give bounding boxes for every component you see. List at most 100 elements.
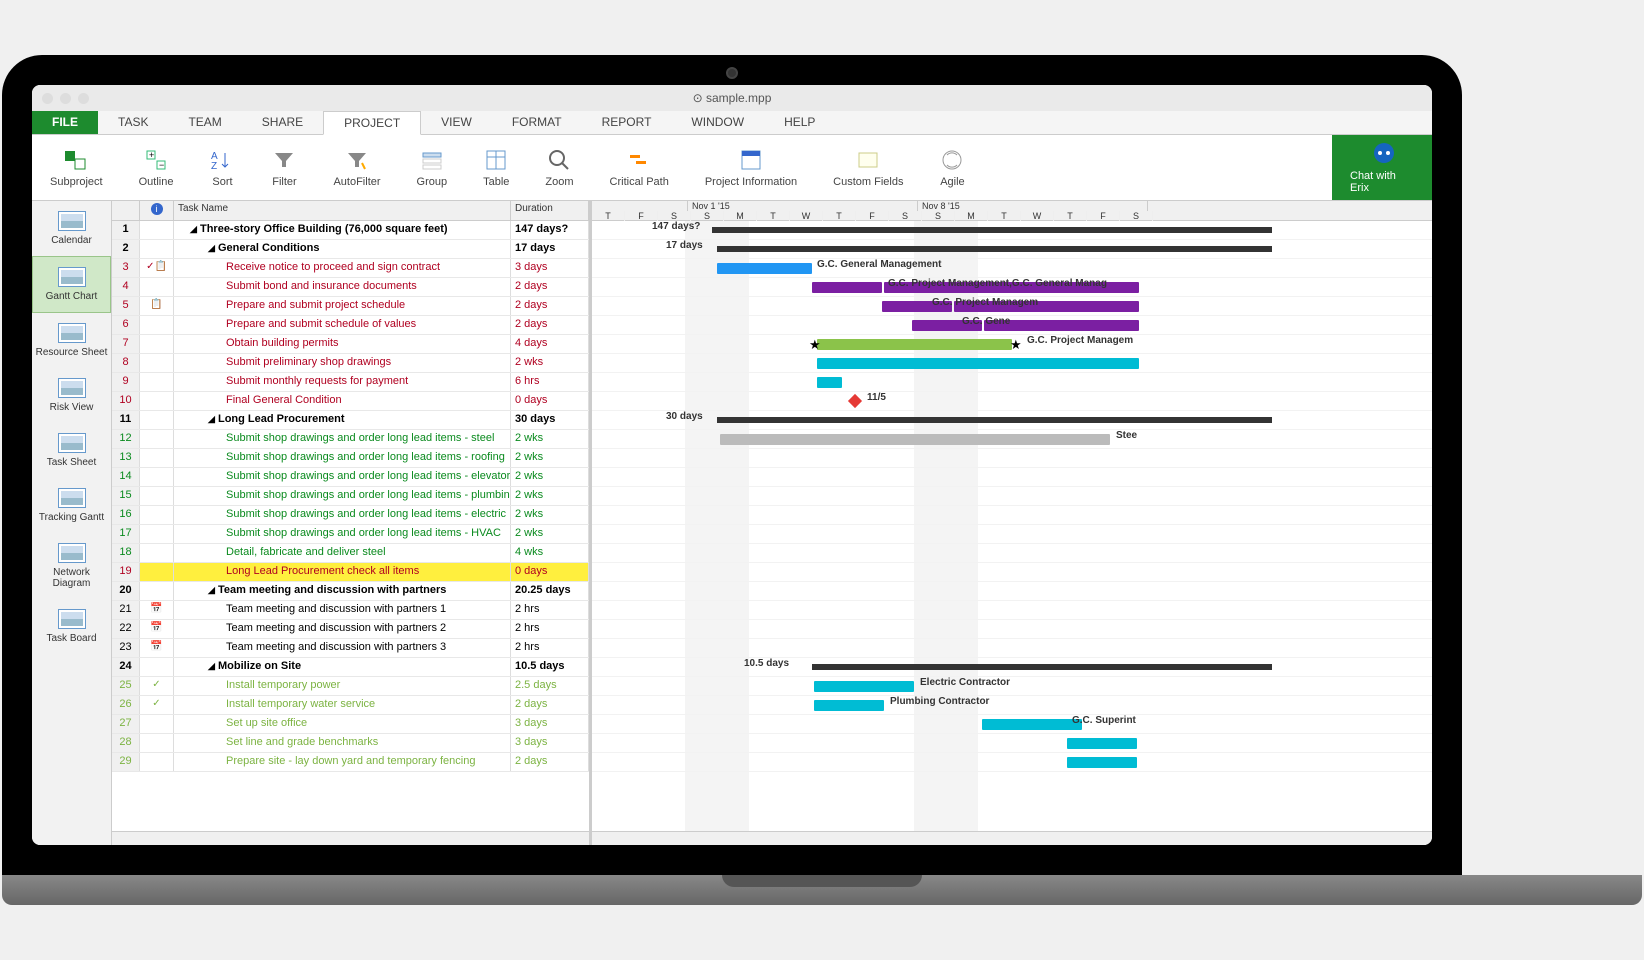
window-controls[interactable] [42,93,89,104]
task-bar[interactable] [720,434,1110,445]
task-row[interactable]: 8Submit preliminary shop drawings2 wks [112,354,589,373]
task-bar[interactable] [1067,738,1137,749]
gantt-row[interactable] [592,620,1432,639]
task-row[interactable]: 4Submit bond and insurance documents2 da… [112,278,589,297]
tab-window[interactable]: WINDOW [671,111,764,134]
task-row[interactable]: 15Submit shop drawings and order long le… [112,487,589,506]
sidebar-network-diagram[interactable]: Network Diagram [32,533,111,599]
gantt-row[interactable] [592,544,1432,563]
task-row[interactable]: 14Submit shop drawings and order long le… [112,468,589,487]
gantt-row[interactable] [592,449,1432,468]
sidebar-task-board[interactable]: Task Board [32,599,111,654]
gantt-row[interactable]: 10.5 days [592,658,1432,677]
gantt-row[interactable]: 147 days? [592,221,1432,240]
gantt-row[interactable] [592,468,1432,487]
task-row[interactable]: 2◢ General Conditions17 days [112,240,589,259]
sidebar-resource-sheet[interactable]: Resource Sheet [32,313,111,368]
ribbon-table[interactable]: Table [465,135,527,200]
gantt-row[interactable] [592,582,1432,601]
gantt-row[interactable]: G.C. Project Management,G.C. General Man… [592,278,1432,297]
task-row[interactable]: 12Submit shop drawings and order long le… [112,430,589,449]
sidebar-risk-view[interactable]: Risk View [32,368,111,423]
gantt-row[interactable]: Plumbing Contractor [592,696,1432,715]
task-row[interactable]: 19Long Lead Procurement check all items0… [112,563,589,582]
tab-team[interactable]: TEAM [168,111,241,134]
task-row[interactable]: 6Prepare and submit schedule of values2 … [112,316,589,335]
task-row[interactable]: 7Obtain building permits4 days [112,335,589,354]
gantt-row[interactable] [592,354,1432,373]
ribbon-filter[interactable]: Filter [253,135,315,200]
task-row[interactable]: 16Submit shop drawings and order long le… [112,506,589,525]
ribbon-critical-path[interactable]: Critical Path [592,135,687,200]
gantt-row[interactable]: G.C. Project Managem [592,297,1432,316]
gantt-row[interactable] [592,601,1432,620]
task-row[interactable]: 25✓Install temporary power2.5 days [112,677,589,696]
task-bar[interactable] [814,700,884,711]
tab-project[interactable]: PROJECT [323,111,421,135]
ribbon-agile[interactable]: Agile [921,135,983,200]
gantt-row[interactable]: 11/5 [592,392,1432,411]
sidebar-task-sheet[interactable]: Task Sheet [32,423,111,478]
task-bar[interactable] [817,339,1012,350]
task-row[interactable]: 29Prepare site - lay down yard and tempo… [112,753,589,772]
task-row[interactable]: 5📋Prepare and submit project schedule2 d… [112,297,589,316]
task-row[interactable]: 1◢ Three-story Office Building (76,000 s… [112,221,589,240]
gantt-row[interactable] [592,525,1432,544]
sidebar-tracking-gantt[interactable]: Tracking Gantt [32,478,111,533]
col-task-name[interactable]: Task Name [174,201,511,220]
grid-scrollbar[interactable] [112,831,589,845]
task-row[interactable]: 28Set line and grade benchmarks3 days [112,734,589,753]
ribbon-custom-fields[interactable]: Custom Fields [815,135,921,200]
task-row[interactable]: 9Submit monthly requests for payment6 hr… [112,373,589,392]
tab-view[interactable]: VIEW [421,111,492,134]
task-row[interactable]: 23📅Team meeting and discussion with part… [112,639,589,658]
gantt-row[interactable]: G.C. Gene [592,316,1432,335]
task-bar[interactable] [817,358,1139,369]
task-row[interactable]: 21📅Team meeting and discussion with part… [112,601,589,620]
gantt-row[interactable]: G.C. General Management [592,259,1432,278]
gantt-row[interactable] [592,753,1432,772]
ribbon-project-information[interactable]: Project Information [687,135,815,200]
gantt-row[interactable]: ★★G.C. Project Managem [592,335,1432,354]
gantt-row[interactable]: Electric Contractor [592,677,1432,696]
sidebar-gantt-chart[interactable]: Gantt Chart [32,256,111,313]
tab-file[interactable]: FILE [32,111,98,134]
task-row[interactable]: 26✓Install temporary water service2 days [112,696,589,715]
gantt-row[interactable] [592,506,1432,525]
tab-task[interactable]: TASK [98,111,168,134]
task-bar[interactable] [982,719,1082,730]
gantt-row[interactable] [592,734,1432,753]
chat-button[interactable]: Chat with Erix [1332,135,1432,200]
gantt-row[interactable] [592,373,1432,392]
task-bar[interactable] [717,263,812,274]
gantt-scrollbar[interactable] [592,831,1432,845]
task-bar[interactable] [817,377,842,388]
task-row[interactable]: 3✓📋Receive notice to proceed and sign co… [112,259,589,278]
task-row[interactable]: 24◢ Mobilize on Site10.5 days [112,658,589,677]
task-bar[interactable] [1067,757,1137,768]
gantt-row[interactable]: 30 days [592,411,1432,430]
ribbon-outline[interactable]: +−Outline [121,135,192,200]
task-row[interactable]: 10Final General Condition0 days [112,392,589,411]
tab-format[interactable]: FORMAT [492,111,582,134]
ribbon-autofilter[interactable]: AutoFilter [315,135,398,200]
task-row[interactable]: 20◢ Team meeting and discussion with par… [112,582,589,601]
gantt-row[interactable] [592,563,1432,582]
ribbon-group[interactable]: Group [399,135,466,200]
task-row[interactable]: 17Submit shop drawings and order long le… [112,525,589,544]
ribbon-zoom[interactable]: Zoom [527,135,591,200]
task-row[interactable]: 22📅Team meeting and discussion with part… [112,620,589,639]
sidebar-calendar[interactable]: Calendar [32,201,111,256]
gantt-row[interactable]: 17 days [592,240,1432,259]
task-row[interactable]: 13Submit shop drawings and order long le… [112,449,589,468]
gantt-row[interactable]: G.C. Superint [592,715,1432,734]
gantt-row[interactable] [592,639,1432,658]
tab-report[interactable]: REPORT [582,111,672,134]
task-bar[interactable] [812,282,882,293]
ribbon-sort[interactable]: AZSort [191,135,253,200]
ribbon-subproject[interactable]: Subproject [32,135,121,200]
gantt-row[interactable] [592,487,1432,506]
task-row[interactable]: 18Detail, fabricate and deliver steel4 w… [112,544,589,563]
task-bar[interactable] [814,681,914,692]
col-duration[interactable]: Duration [511,201,589,220]
